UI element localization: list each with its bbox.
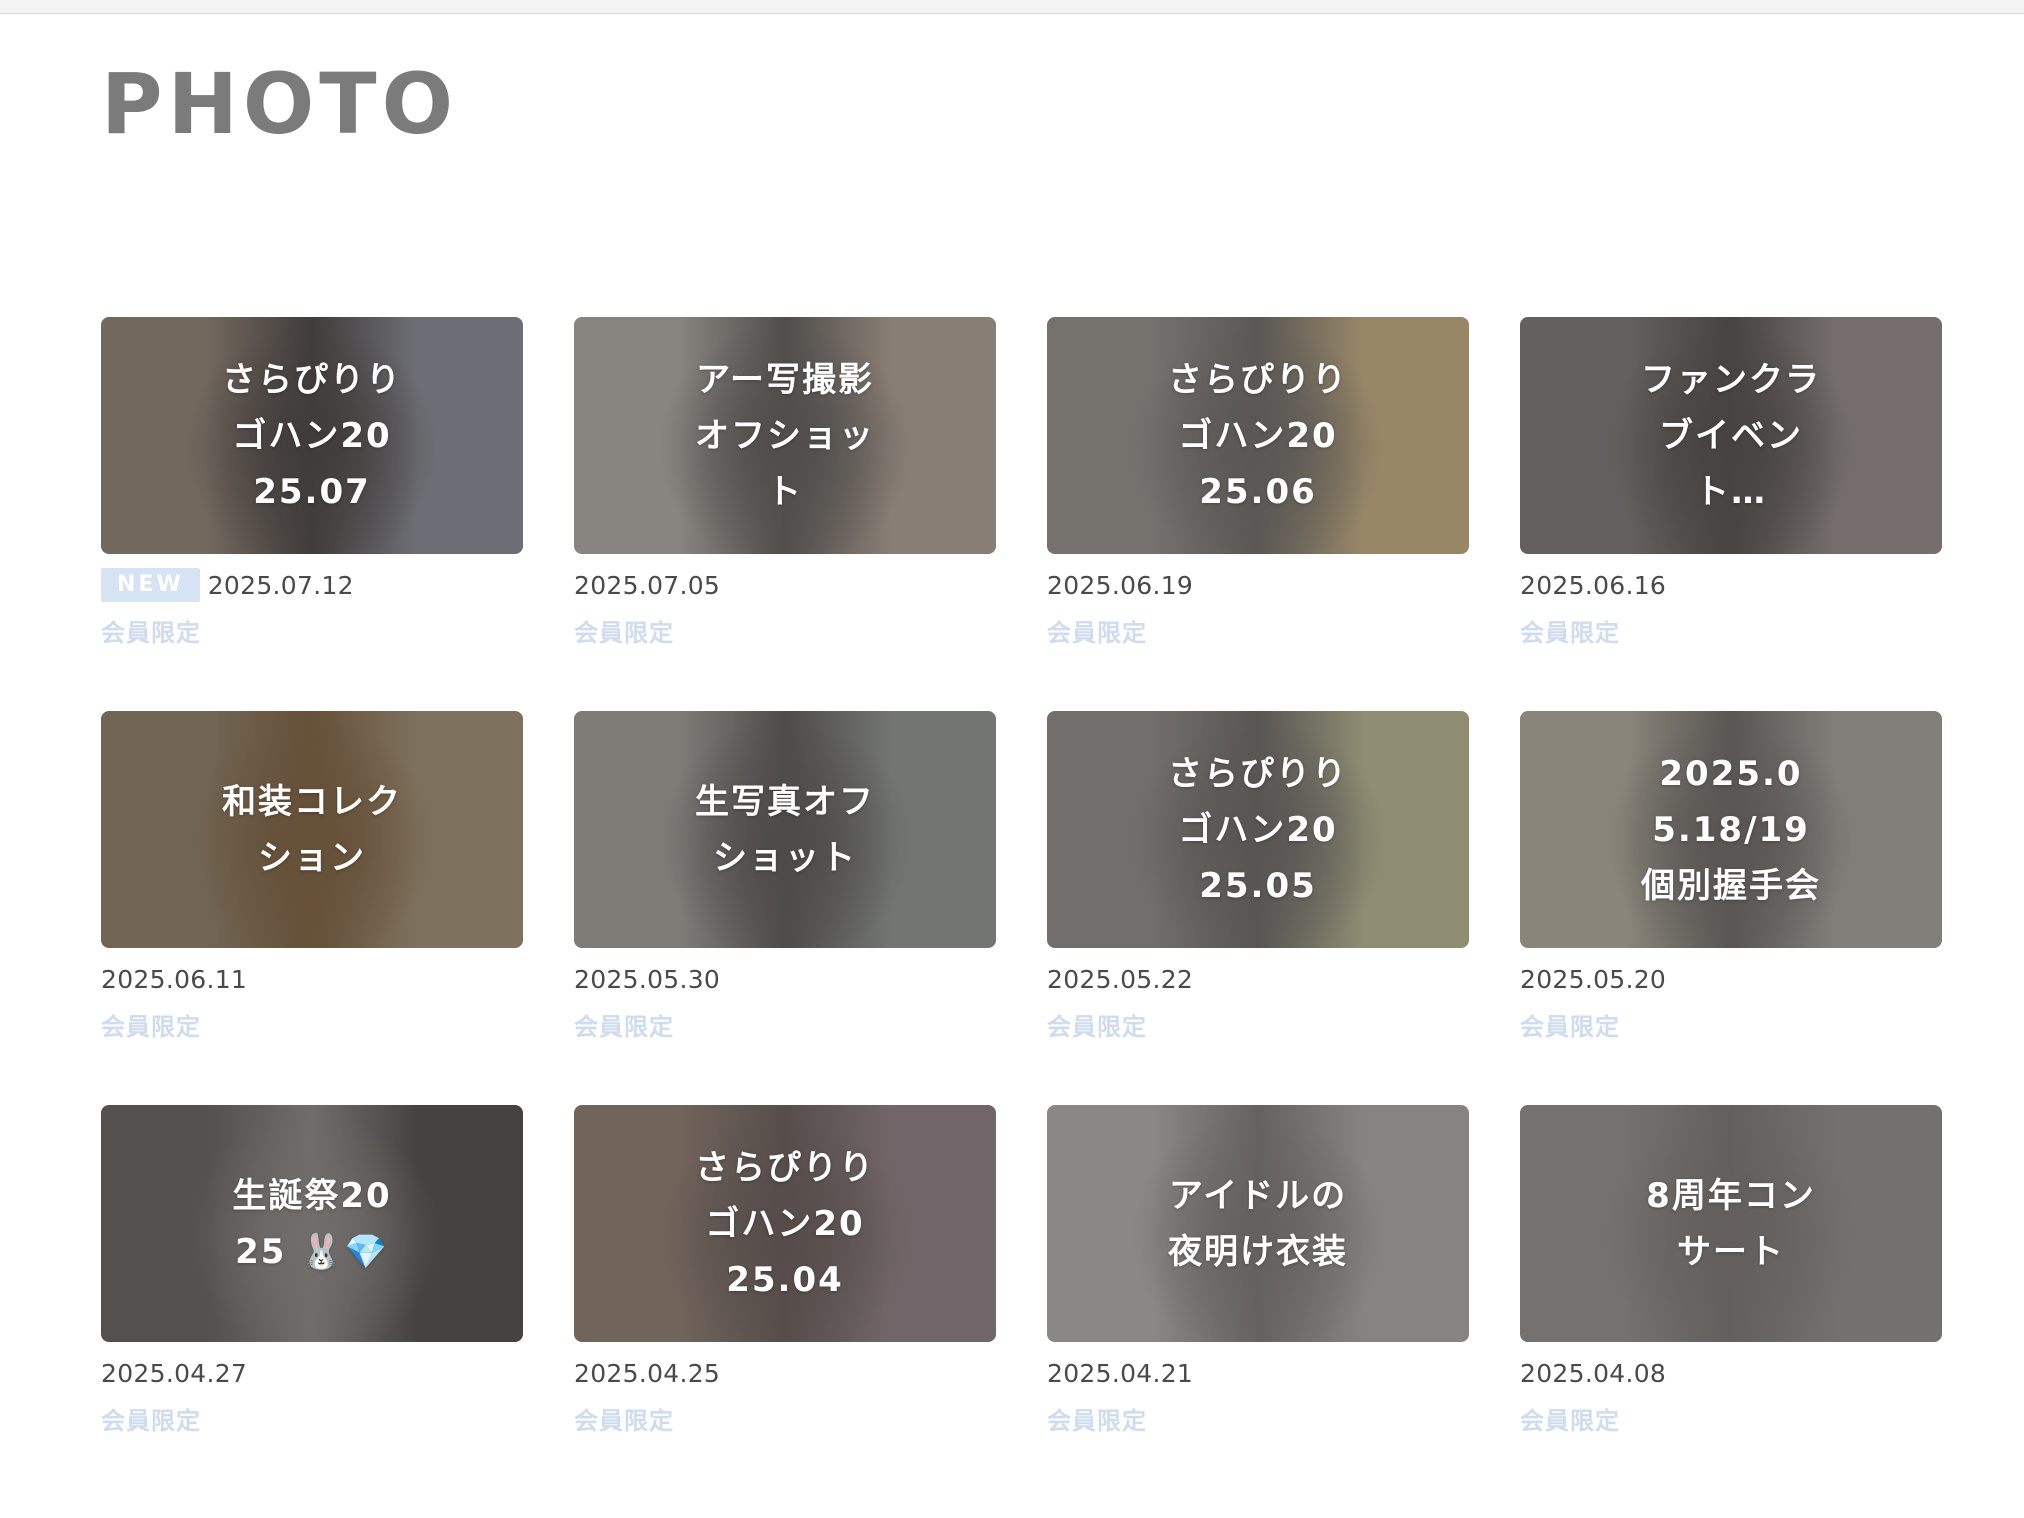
album-thumbnail[interactable]: 生誕祭2025 🐰💎 xyxy=(101,1105,523,1342)
photo-album-card[interactable]: 8周年コンサート 2025.04.08 会員限定 xyxy=(1520,1105,1942,1499)
album-meta-row: NEW 2025.07.12 xyxy=(101,567,523,603)
members-only-label: 会員限定 xyxy=(574,1407,674,1435)
album-meta-row: 2025.06.16 xyxy=(1520,567,1942,603)
album-date: 2025.05.20 xyxy=(1520,964,1667,994)
photo-album-card[interactable]: ファンクラブイベント… 2025.06.16 会員限定 xyxy=(1520,317,1942,711)
members-only-label: 会員限定 xyxy=(1520,619,1620,647)
album-date: 2025.07.05 xyxy=(574,570,721,600)
members-only-label: 会員限定 xyxy=(1047,1407,1147,1435)
album-meta-row: 2025.06.11 xyxy=(101,961,523,997)
album-thumbnail[interactable]: 8周年コンサート xyxy=(1520,1105,1942,1342)
album-meta-row: 2025.06.19 xyxy=(1047,567,1469,603)
photo-album-card[interactable]: さらぴりりゴハン2025.06 2025.06.19 会員限定 xyxy=(1047,317,1469,711)
album-title: 生写真オフショット xyxy=(695,781,875,878)
album-meta-row: 2025.05.22 xyxy=(1047,961,1469,997)
members-only-label: 会員限定 xyxy=(101,1407,201,1435)
album-title: 生誕祭2025 🐰💎 xyxy=(232,1175,392,1272)
album-title: 2025.05.18/19 個別握手会 xyxy=(1641,753,1821,906)
members-only-label: 会員限定 xyxy=(574,1013,674,1041)
photo-album-card[interactable]: アー写撮影オフショット 2025.07.05 会員限定 xyxy=(574,317,996,711)
album-thumbnail[interactable]: さらぴりりゴハン2025.05 xyxy=(1047,711,1469,948)
members-only-label: 会員限定 xyxy=(1047,1013,1147,1041)
photo-album-card[interactable]: 生写真オフショット 2025.05.30 会員限定 xyxy=(574,711,996,1105)
members-only-label: 会員限定 xyxy=(574,619,674,647)
album-meta-row: 2025.05.30 xyxy=(574,961,996,997)
photo-album-card[interactable]: さらぴりりゴハン2025.05 2025.05.22 会員限定 xyxy=(1047,711,1469,1105)
album-title: 和装コレクション xyxy=(222,781,402,878)
album-thumbnail[interactable]: 2025.05.18/19 個別握手会 xyxy=(1520,711,1942,948)
album-thumbnail[interactable]: アー写撮影オフショット xyxy=(574,317,996,554)
album-meta-row: 2025.05.20 xyxy=(1520,961,1942,997)
members-only-label: 会員限定 xyxy=(1520,1407,1620,1435)
members-only-label: 会員限定 xyxy=(1520,1013,1620,1041)
photo-album-card[interactable]: さらぴりりゴハン2025.07 NEW 2025.07.12 会員限定 xyxy=(101,317,523,711)
album-thumbnail[interactable]: さらぴりりゴハン2025.06 xyxy=(1047,317,1469,554)
album-meta-row: 2025.07.05 xyxy=(574,567,996,603)
album-meta-row: 2025.04.08 xyxy=(1520,1355,1942,1391)
album-title: さらぴりりゴハン2025.07 xyxy=(222,359,402,512)
album-thumbnail[interactable]: アイドルの夜明け衣装 xyxy=(1047,1105,1469,1342)
album-date: 2025.04.27 xyxy=(101,1358,248,1388)
photo-album-grid: さらぴりりゴハン2025.07 NEW 2025.07.12 会員限定 アー写撮影オフシ… xyxy=(101,317,1942,1499)
album-date: 2025.06.16 xyxy=(1520,570,1667,600)
album-thumbnail[interactable]: ファンクラブイベント… xyxy=(1520,317,1942,554)
photo-album-card[interactable]: 生誕祭2025 🐰💎 2025.04.27 会員限定 xyxy=(101,1105,523,1499)
album-meta-row: 2025.04.27 xyxy=(101,1355,523,1391)
album-title: さらぴりりゴハン2025.05 xyxy=(1168,753,1348,906)
new-badge: NEW xyxy=(101,568,200,602)
page-title: PHOTO xyxy=(101,55,458,153)
members-only-label: 会員限定 xyxy=(1047,619,1147,647)
album-meta-row: 2025.04.25 xyxy=(574,1355,996,1391)
album-thumbnail[interactable]: 和装コレクション xyxy=(101,711,523,948)
album-title: アイドルの夜明け衣装 xyxy=(1168,1175,1348,1272)
album-date: 2025.04.08 xyxy=(1520,1358,1667,1388)
album-date: 2025.06.19 xyxy=(1047,570,1194,600)
album-date: 2025.05.30 xyxy=(574,964,721,994)
album-thumbnail[interactable]: さらぴりりゴハン2025.07 xyxy=(101,317,523,554)
album-title: 8周年コンサート xyxy=(1646,1175,1816,1272)
photo-album-card[interactable]: 2025.05.18/19 個別握手会 2025.05.20 会員限定 xyxy=(1520,711,1942,1105)
album-title: ファンクラブイベント… xyxy=(1641,359,1821,512)
album-thumbnail[interactable]: 生写真オフショット xyxy=(574,711,996,948)
photo-album-card[interactable]: さらぴりりゴハン2025.04 2025.04.25 会員限定 xyxy=(574,1105,996,1499)
album-title: さらぴりりゴハン2025.06 xyxy=(1168,359,1348,512)
album-meta-row: 2025.04.21 xyxy=(1047,1355,1469,1391)
album-title: さらぴりりゴハン2025.04 xyxy=(695,1147,875,1300)
album-date: 2025.06.11 xyxy=(101,964,248,994)
album-title: アー写撮影オフショット xyxy=(695,359,875,512)
photo-album-card[interactable]: 和装コレクション 2025.06.11 会員限定 xyxy=(101,711,523,1105)
members-only-label: 会員限定 xyxy=(101,1013,201,1041)
album-thumbnail[interactable]: さらぴりりゴハン2025.04 xyxy=(574,1105,996,1342)
browser-top-edge xyxy=(0,0,2024,14)
album-date: 2025.05.22 xyxy=(1047,964,1194,994)
photo-album-card[interactable]: アイドルの夜明け衣装 2025.04.21 会員限定 xyxy=(1047,1105,1469,1499)
album-date: 2025.07.12 xyxy=(207,570,354,600)
album-date: 2025.04.21 xyxy=(1047,1358,1194,1388)
members-only-label: 会員限定 xyxy=(101,619,201,647)
album-date: 2025.04.25 xyxy=(574,1358,721,1388)
